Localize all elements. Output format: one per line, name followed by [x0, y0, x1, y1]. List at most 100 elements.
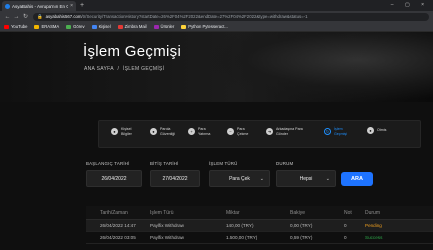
bookmarks-bar: YouTube ERASMA Görev Kişisel Zimbra Mail Ürün…	[0, 22, 433, 32]
menu-item-send-money[interactable]: ➜ Arkadaşına Para Gönder	[266, 127, 303, 136]
table-row[interactable]: 26/04/2022 03:05 Paylfix Withdraw 1.500,00…	[86, 232, 433, 244]
table-cell: 0,00 (TRY)	[290, 223, 313, 228]
table-body: 26/04/2022 14:47 Paylfix Withdraw 140,00 (…	[86, 220, 433, 244]
window-controls[interactable]: – ▢ ×	[391, 1, 429, 10]
bookmark-favicon-icon	[117, 24, 123, 29]
bookmark-favicon-icon	[181, 24, 187, 29]
page-hero: İşlem Geçmişi ANA SAYFA / İŞLEM GEÇMİŞİ	[0, 32, 433, 102]
start-date-label: BAŞLANGIÇ TARİHİ	[86, 161, 130, 166]
url-host: asyabahis567.com	[45, 14, 82, 19]
status-value: Hepsi	[299, 175, 313, 182]
column-header: Not	[344, 209, 352, 216]
url-input[interactable]: 🔒 asyabahis567.com /tr/Security/Transact…	[33, 12, 429, 21]
table-cell: 140,00 (TRY)	[226, 223, 254, 228]
start-date-value: 26/04/2022	[101, 175, 127, 182]
bookmark-favicon-icon	[34, 24, 40, 29]
column-header: İşlem Türü	[150, 209, 174, 216]
bookmark-item[interactable]: ERASMA	[34, 24, 59, 29]
bookmark-favicon-icon	[153, 24, 159, 29]
menu-item-label: Para Çekme	[237, 127, 249, 136]
table-cell: 1.500,00 (TRY)	[226, 235, 258, 240]
tab-title: AsyaBahis - Avrupa'nın En Güven...	[12, 3, 68, 9]
withdraw-icon: −	[227, 128, 234, 136]
bookmark-item[interactable]: YouTube	[4, 24, 27, 29]
status-label: DURUM	[276, 161, 294, 166]
bookmark-item[interactable]: Ürünler	[153, 24, 175, 29]
menu-item-label: İşlem Geçmişi	[334, 127, 347, 136]
bookmark-item[interactable]: Görev	[66, 24, 85, 29]
breadcrumb-current: İŞLEM GEÇMİŞİ	[122, 66, 165, 72]
search-button[interactable]: ARA	[341, 172, 373, 186]
status-select[interactable]: Hepsi ⌄	[276, 170, 336, 187]
menu-item-label: Arkadaşına Para Gönder	[276, 127, 303, 136]
chevron-down-icon: ⌄	[325, 175, 330, 182]
lock-icon: 🔒	[37, 13, 43, 19]
bookmark-favicon-icon	[4, 24, 9, 29]
column-header: Miktar	[226, 209, 240, 216]
menu-item-label: Parola Güvenliği	[160, 127, 175, 136]
status-badge: Success	[365, 235, 383, 240]
transaction-table: Tarih/Zaman İşlem Türü Miktar Bakiye Not Duru…	[86, 206, 433, 244]
end-date-label: BİTİŞ TARİHİ	[150, 161, 179, 166]
menu-item-history[interactable]: ↻ İşlem Geçmişi	[324, 127, 347, 136]
menu-item-deposit[interactable]: + Para Yatırma	[188, 127, 210, 136]
bookmark-label: Ürünler	[160, 24, 175, 29]
site-favicon-icon	[5, 3, 10, 9]
bookmark-label: YouTube	[11, 24, 28, 29]
menu-item-label: Kişisel Bilgiler	[121, 127, 132, 136]
user-icon: ●	[111, 128, 118, 136]
bookmark-item[interactable]: Kişisel	[91, 24, 111, 29]
transaction-type-label: İŞLEM TÜRÜ	[209, 161, 238, 166]
table-cell: 0	[344, 223, 347, 228]
menu-item-label: Para Yatırma	[198, 127, 211, 136]
bookmark-favicon-icon	[91, 24, 97, 29]
menu-item-withdraw[interactable]: − Para Çekme	[227, 127, 248, 136]
bookmark-label: Görev	[73, 24, 85, 29]
breadcrumb-home-link[interactable]: ANA SAYFA	[84, 66, 114, 72]
address-bar: ← → ↻ 🔒 asyabahis567.com /tr/Security/Tr…	[0, 11, 433, 22]
browser-tab[interactable]: AsyaBahis - Avrupa'nın En Güven... ×	[2, 1, 76, 11]
reload-icon[interactable]: ↻	[21, 13, 30, 20]
deposit-icon: +	[188, 128, 195, 136]
send-money-icon: ➜	[266, 128, 273, 136]
new-tab-button[interactable]: +	[80, 1, 84, 10]
menu-item-label: Otmis	[377, 128, 387, 133]
table-cell: 26/04/2022 14:47	[100, 223, 136, 228]
lock-icon: ●	[150, 128, 157, 136]
page-title: İşlem Geçmişi	[83, 43, 182, 60]
bookmark-label: Kişisel	[98, 24, 111, 29]
forward-icon[interactable]: →	[12, 14, 21, 20]
column-header: Bakiye	[290, 209, 306, 216]
transaction-type-select[interactable]: Para Çek ⌄	[209, 170, 270, 187]
menu-item-lock[interactable]: ● Parola Güvenliği	[150, 127, 175, 136]
hero-background-image	[183, 32, 433, 102]
end-date-input[interactable]: 27/04/2022	[150, 170, 200, 187]
bookmark-label: ERASMA	[41, 24, 60, 29]
bookmark-favicon-icon	[66, 24, 72, 29]
history-icon: ↻	[324, 128, 331, 136]
menu-item-exit[interactable]: ● Otmis	[367, 127, 386, 134]
table-cell: Paylfix Withdraw	[150, 235, 184, 240]
breadcrumb: ANA SAYFA / İŞLEM GEÇMİŞİ	[84, 66, 166, 72]
column-header: Durum	[365, 209, 381, 216]
url-path: /tr/Security/TransactionHistory?startDat…	[81, 14, 308, 19]
bookmark-item[interactable]: Zimbra Mail	[117, 24, 147, 29]
bookmark-label: Python Pytesseract...	[188, 24, 228, 29]
menu-item-user[interactable]: ● Kişisel Bilgiler	[111, 127, 132, 136]
start-date-input[interactable]: 26/04/2022	[86, 170, 142, 187]
back-icon[interactable]: ←	[3, 14, 12, 20]
bookmark-item[interactable]: Python Pytesseract...	[181, 24, 228, 29]
chevron-down-icon: ⌄	[259, 175, 264, 182]
table-cell: Paylfix Withdraw	[150, 223, 184, 228]
account-menu: ● Kişisel Bilgiler ● Parola Güvenliği + Para …	[98, 120, 421, 148]
table-cell: 0,59 (TRY)	[290, 235, 313, 240]
bookmark-label: Zimbra Mail	[124, 24, 147, 29]
transaction-type-value: Para Çek	[229, 175, 250, 182]
exit-icon: ●	[367, 127, 374, 134]
table-row[interactable]: 26/04/2022 14:47 Paylfix Withdraw 140,00 (…	[86, 220, 433, 232]
breadcrumb-separator: /	[117, 66, 120, 72]
end-date-value: 27/04/2022	[162, 175, 188, 182]
status-badge: Pending	[365, 223, 382, 228]
close-tab-icon[interactable]: ×	[70, 3, 73, 9]
table-header: Tarih/Zaman İşlem Türü Miktar Bakiye Not Duru…	[86, 206, 433, 220]
